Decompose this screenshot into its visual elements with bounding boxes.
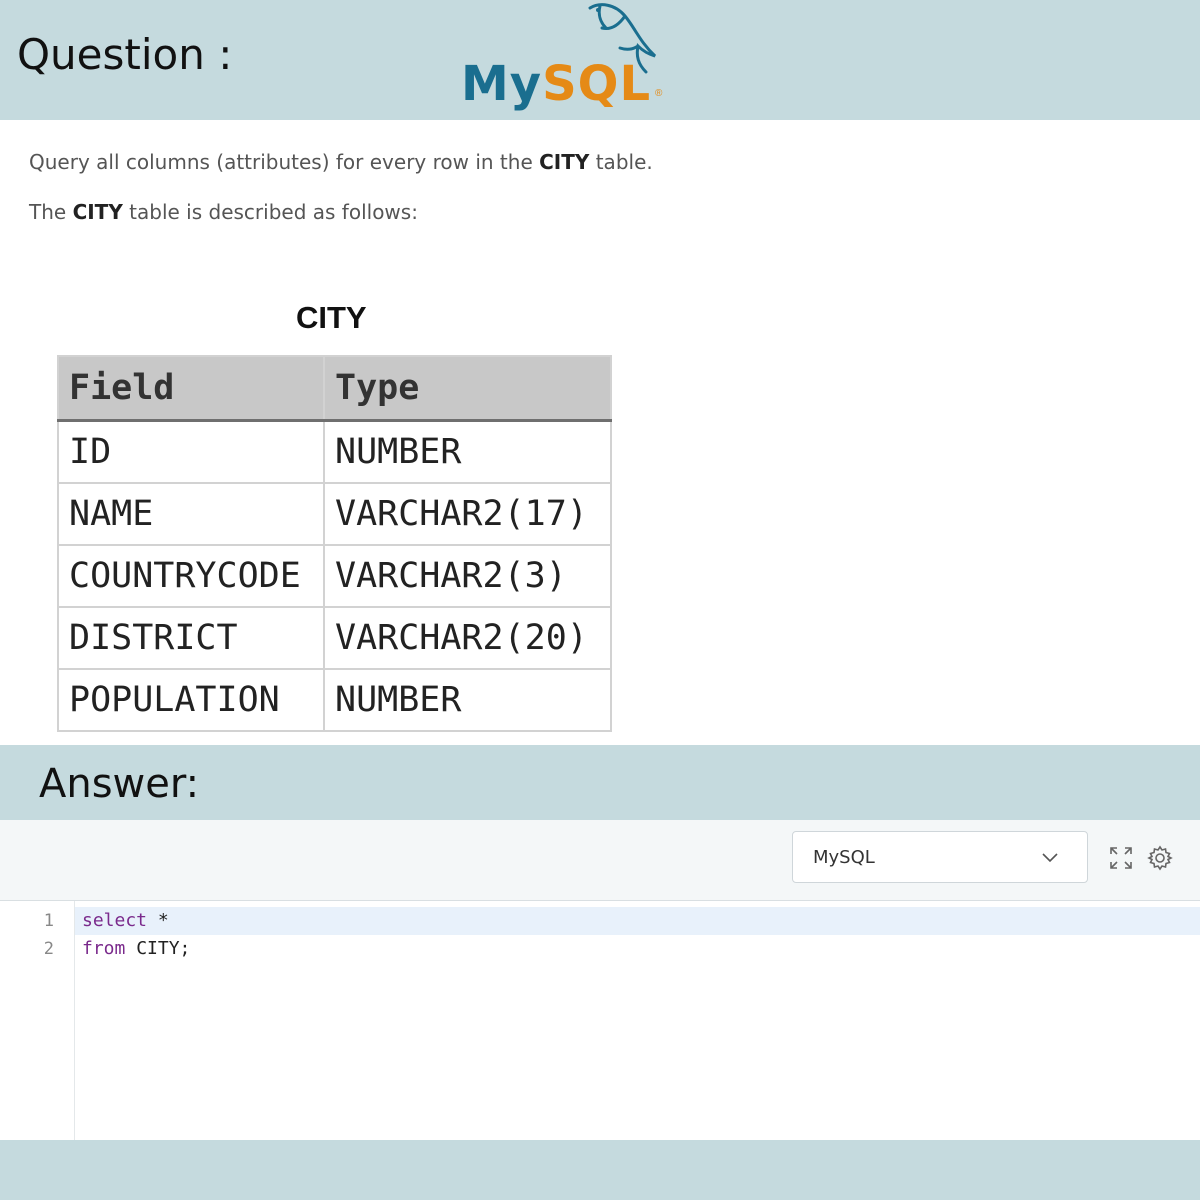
code-line[interactable]: from CITY; [82,938,190,959]
question-panel: Query all columns (attributes) for every… [0,120,1200,745]
logo-sql: SQL [542,56,652,112]
mysql-logo: MySQL ® [455,0,675,115]
gear-icon[interactable] [1147,845,1173,871]
type-cell: VARCHAR2(20) [323,606,612,670]
field-cell: NAME [57,482,325,546]
logo-registered-mark: ® [655,88,663,99]
city-schema-table: Field Type ID NUMBER NAME VARCHAR2(17) C… [57,355,612,732]
expand-icon[interactable] [1108,845,1134,871]
question-title: Question : [17,30,233,79]
question-text-2: The CITY table is described as follows: [29,200,418,224]
active-line-highlight [75,907,1200,935]
language-select-value: MySQL [813,847,875,868]
question-header: Question : MySQL ® [0,0,1200,120]
field-cell: ID [57,419,325,484]
type-cell: NUMBER [323,419,612,484]
type-cell: VARCHAR2(17) [323,482,612,546]
table-row: ID NUMBER [57,419,612,484]
code-line[interactable]: select * [82,910,169,931]
editor-toolbar: MySQL [0,820,1200,901]
line-number: 2 [43,939,54,959]
type-cell: VARCHAR2(3) [323,544,612,608]
code-editor[interactable]: 1 2 select * from CITY; [0,901,1200,1140]
sql-keyword: from [82,938,126,959]
answer-header: Answer: [0,745,1200,820]
line-number-gutter: 1 2 [0,901,75,1140]
sql-keyword: select [82,910,148,931]
table-row: DISTRICT VARCHAR2(20) [57,606,612,670]
type-cell: NUMBER [323,668,612,732]
table-row: POPULATION NUMBER [57,668,612,732]
chevron-down-icon [1042,853,1058,863]
table-caption: CITY [296,300,367,335]
logo-my: My [461,56,543,112]
table-row: COUNTRYCODE VARCHAR2(3) [57,544,612,608]
question-text-1: Query all columns (attributes) for every… [29,150,653,174]
field-cell: DISTRICT [57,606,325,670]
answer-title: Answer: [39,761,200,807]
language-select[interactable]: MySQL [792,831,1088,883]
line-number: 1 [43,911,54,931]
table-row: NAME VARCHAR2(17) [57,482,612,546]
footer-band [0,1140,1200,1200]
column-header-type: Type [323,355,612,422]
column-header-field: Field [57,355,325,422]
field-cell: COUNTRYCODE [57,544,325,608]
table-header-row: Field Type [57,355,612,422]
field-cell: POPULATION [57,668,325,732]
